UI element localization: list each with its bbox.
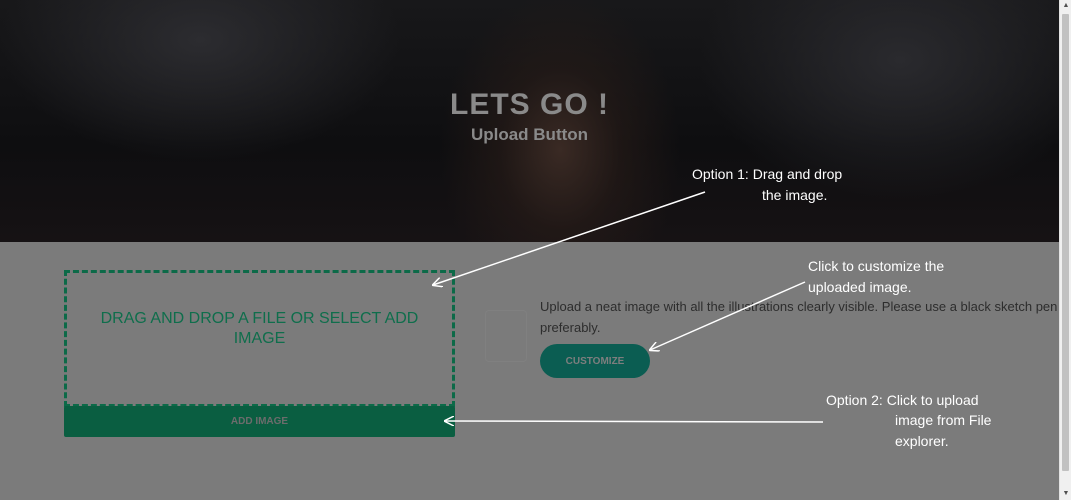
hero-banner: LETS GO ! Upload Button xyxy=(0,0,1059,242)
annotation-option1-line1: Option 1: Drag and drop xyxy=(692,166,843,182)
vertical-scrollbar[interactable]: ▲ ▼ xyxy=(1059,0,1071,500)
add-image-button[interactable]: ADD IMAGE xyxy=(64,406,455,437)
hero-subtitle: Upload Button xyxy=(470,125,589,144)
upload-instructions: Upload a neat image with all the illustr… xyxy=(540,299,1058,335)
annotation-customize-line2: uploaded image. xyxy=(808,279,912,295)
annotation-customize-line1: Click to customize the xyxy=(808,258,945,274)
scroll-up-arrow-icon[interactable]: ▲ xyxy=(1060,0,1071,12)
annotation-option2-line1: Option 2: Click to upload xyxy=(826,392,979,408)
image-dropzone[interactable]: DRAG AND DROP A FILE OR SELECT ADD IMAGE xyxy=(64,270,455,407)
customize-button[interactable]: CUSTOMIZE xyxy=(540,344,650,378)
image-preview-placeholder xyxy=(485,310,527,362)
annotation-option2-line2: image from File xyxy=(895,412,992,428)
scroll-down-arrow-icon[interactable]: ▼ xyxy=(1060,488,1071,500)
scrollbar-thumb[interactable] xyxy=(1062,14,1069,471)
dropzone-text: DRAG AND DROP A FILE OR SELECT ADD IMAGE xyxy=(100,309,419,347)
hero-title: LETS GO ! xyxy=(450,88,609,121)
annotation-option2-line3: explorer. xyxy=(895,433,949,449)
annotation-option1-line2: the image. xyxy=(762,187,828,203)
